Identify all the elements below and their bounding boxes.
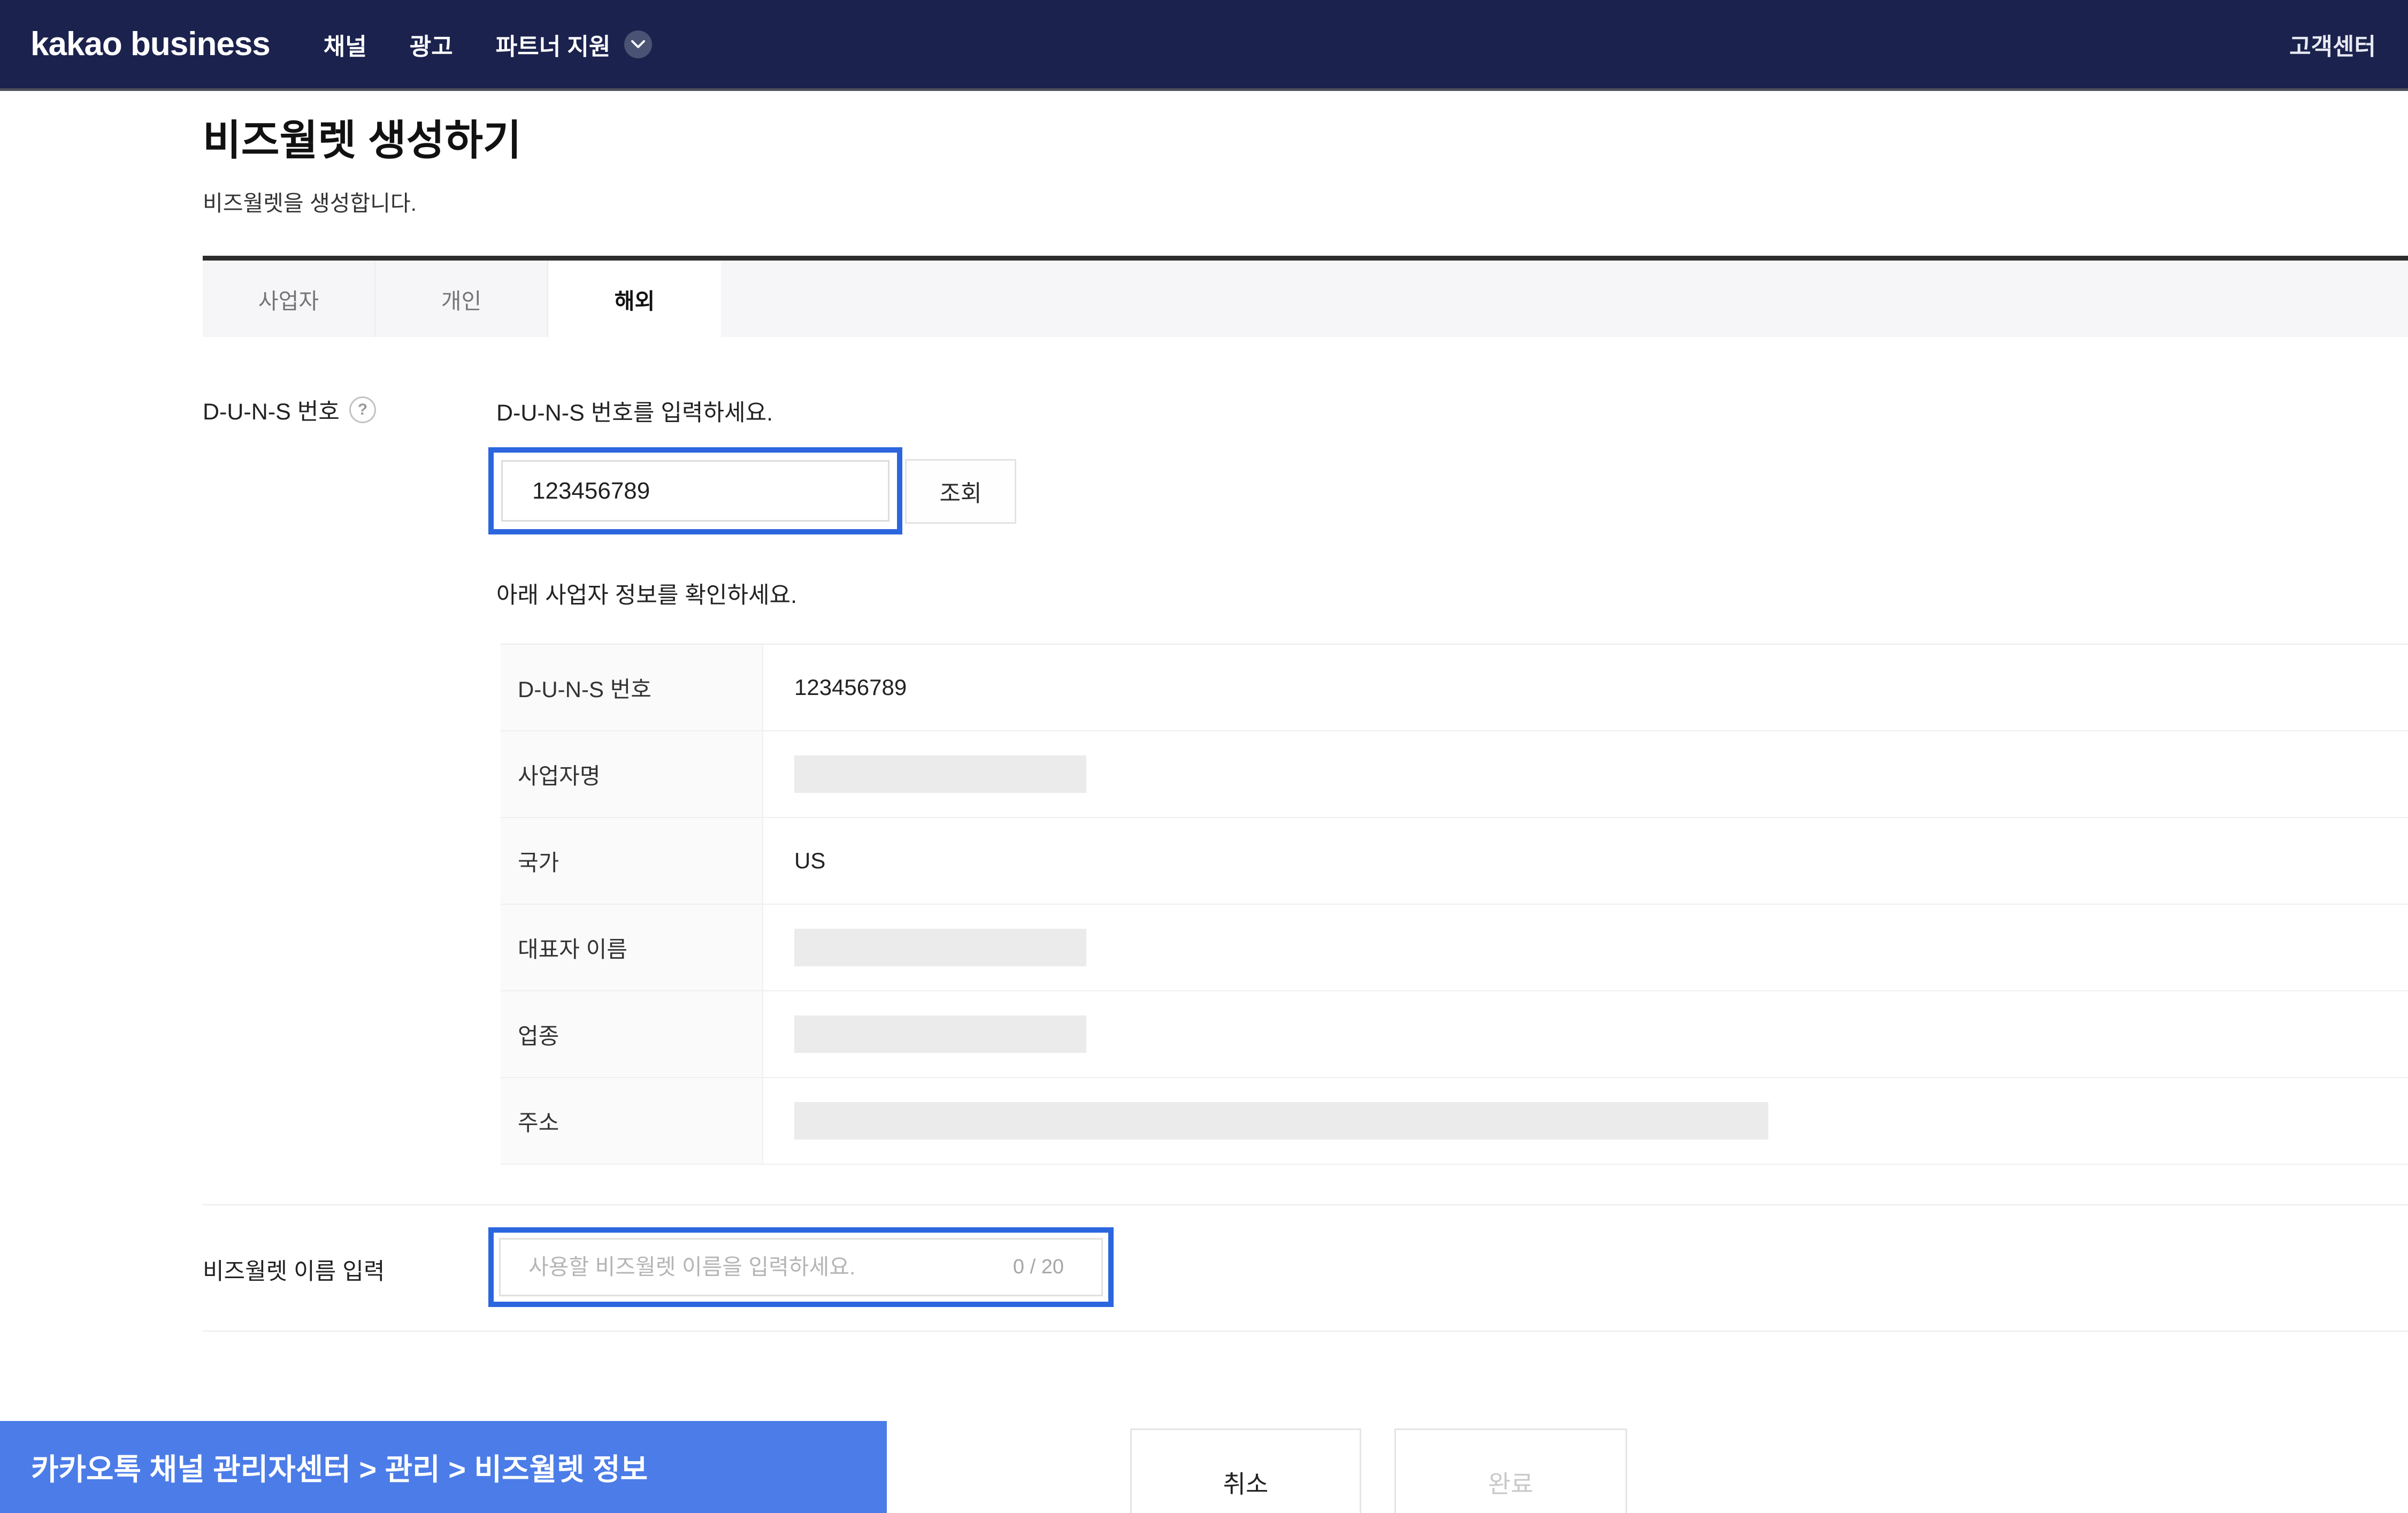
table-row-duns: D-U-N-S 번호 123456789: [501, 645, 2408, 731]
breadcrumb-badge: 카카오톡 채널 관리자센터 > 관리 > 비즈월렛 정보: [0, 1421, 887, 1513]
wallet-name-input-box: 0 / 20: [499, 1238, 1103, 1296]
kakao-business-logo[interactable]: kakao business: [30, 25, 270, 63]
duns-input-highlight: [488, 447, 902, 534]
duns-instruction-text: D-U-N-S 번호를 입력하세요.: [496, 394, 773, 427]
section-divider: [203, 1331, 2408, 1332]
table-row-industry: 업종: [501, 991, 2408, 1078]
tab-business[interactable]: 사업자: [203, 261, 375, 337]
table-row-country: 국가 US: [501, 818, 2408, 905]
nav-item-customer-center[interactable]: 고객센터: [2289, 27, 2376, 62]
table-row-representative: 대표자 이름: [501, 905, 2408, 991]
done-button[interactable]: 완료: [1394, 1428, 1627, 1513]
wallet-name-input[interactable]: [501, 1240, 1013, 1295]
country-value: US: [794, 848, 825, 874]
nav-item-channel[interactable]: 채널: [324, 27, 367, 62]
table-row-business-name: 사업자명: [501, 731, 2408, 818]
page-subtitle: 비즈월렛을 생성합니다.: [203, 185, 417, 217]
nav-item-partner-support[interactable]: 파트너 지원: [496, 27, 653, 62]
cancel-button[interactable]: 취소: [1130, 1428, 1361, 1513]
redacted-value-box: [794, 755, 1086, 793]
duns-number-label: D-U-N-S 번호 ?: [203, 393, 376, 426]
redacted-value-box: [794, 1015, 1086, 1053]
duns-number-input[interactable]: [501, 460, 889, 522]
wallet-name-input-highlight: 0 / 20: [488, 1227, 1114, 1307]
page-title: 비즈월렛 생성하기: [203, 107, 522, 167]
confirm-info-text: 아래 사업자 정보를 확인하세요.: [496, 577, 797, 610]
lookup-button[interactable]: 조회: [905, 459, 1016, 524]
nav-menu: 채널 광고 파트너 지원: [324, 27, 653, 62]
redacted-value-box: [794, 929, 1086, 966]
question-circle-icon[interactable]: ?: [349, 396, 376, 423]
chevron-down-icon[interactable]: [624, 30, 652, 58]
biz-wallet-create-page: kakao business 채널 광고 파트너 지원 고객센터 비즈월렛 생성…: [0, 0, 2408, 1513]
top-nav: kakao business 채널 광고 파트너 지원 고객센터: [0, 0, 2408, 91]
section-divider: [203, 1204, 2408, 1205]
redacted-value-box: [794, 1102, 1768, 1140]
nav-item-ads[interactable]: 광고: [410, 27, 453, 62]
char-counter: 0 / 20: [1013, 1256, 1101, 1279]
duns-value: 123456789: [794, 675, 907, 700]
tab-personal[interactable]: 개인: [375, 261, 548, 337]
wallet-name-label: 비즈월렛 이름 입력: [203, 1253, 385, 1286]
tab-strip: 사업자 개인 해외: [203, 256, 2408, 337]
tab-overseas[interactable]: 해외: [548, 261, 721, 337]
table-row-address: 주소: [501, 1078, 2408, 1165]
business-info-table: D-U-N-S 번호 123456789 사업자명 국가 US 대표자 이름 업…: [501, 644, 2408, 1165]
